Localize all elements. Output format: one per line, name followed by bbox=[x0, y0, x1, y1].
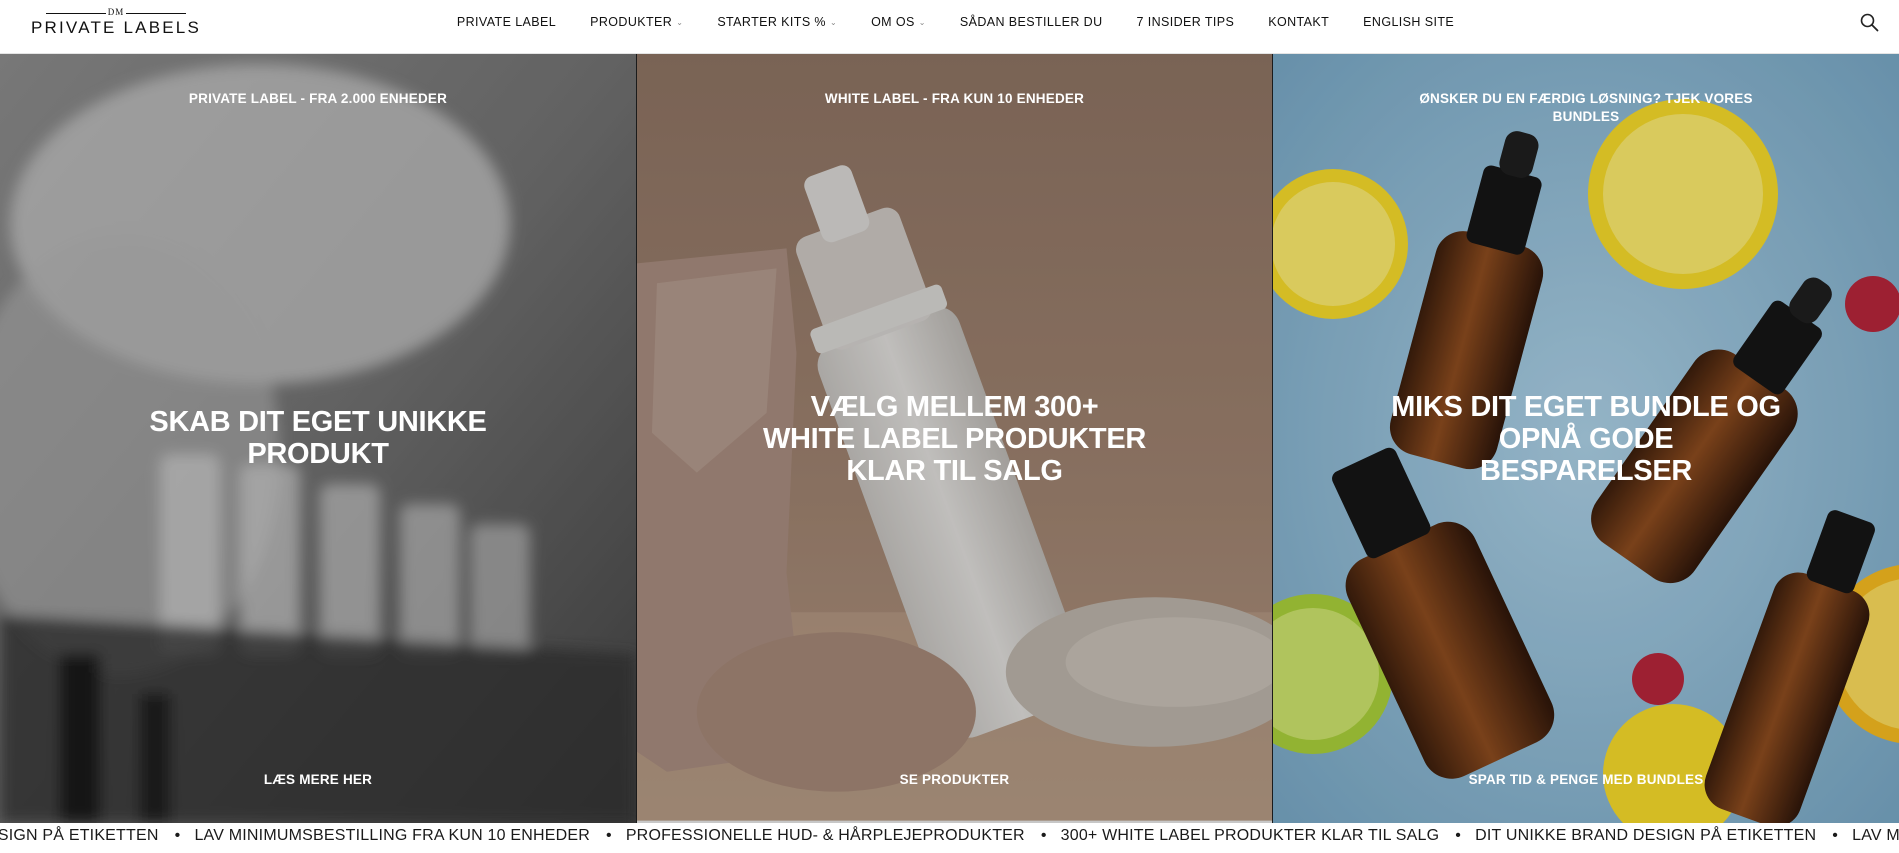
nav-starter-kits[interactable]: STARTER KITS % ⌄ bbox=[700, 15, 854, 29]
marquee-separator: • bbox=[1455, 827, 1462, 844]
panel-kicker: WHITE LABEL - FRA KUN 10 ENHEDER bbox=[824, 91, 1085, 106]
marquee-item: 300+ WHITE LABEL PRODUKTER KLAR TIL SALG bbox=[1060, 827, 1440, 844]
hero-panels: PRIVATE LABEL - FRA 2.000 ENHEDER SKAB D… bbox=[0, 54, 1899, 823]
panel-kicker: PRIVATE LABEL - FRA 2.000 ENHEDER bbox=[188, 91, 448, 106]
cta-se-produkter[interactable]: SE PRODUKTER bbox=[637, 772, 1272, 787]
panel-headline: VÆLG MELLEM 300+ WHITE LABEL PRODUKTER K… bbox=[697, 391, 1212, 487]
panel-headline: SKAB DIT EGET UNIKKE PRODUKT bbox=[60, 406, 576, 470]
panel-private-label[interactable]: PRIVATE LABEL - FRA 2.000 ENHEDER SKAB D… bbox=[0, 54, 636, 823]
nav-label: 7 INSIDER TIPS bbox=[1136, 15, 1235, 29]
nav-7-insider-tips[interactable]: 7 INSIDER TIPS bbox=[1120, 15, 1252, 29]
chevron-down-icon: ⌄ bbox=[829, 18, 838, 27]
marquee-separator: • bbox=[1832, 827, 1839, 844]
main-navigation: PRIVATE LABEL PRODUKTER ⌄ STARTER KITS %… bbox=[0, 0, 1899, 44]
chevron-down-icon: ⌄ bbox=[918, 18, 926, 27]
panel-white-label[interactable]: WHITE LABEL - FRA KUN 10 ENHEDER VÆLG ME… bbox=[636, 54, 1273, 823]
cta-laes-mere-her[interactable]: LÆS MERE HER bbox=[0, 772, 636, 787]
nav-label: STARTER KITS % bbox=[717, 15, 826, 29]
marquee-separator: • bbox=[606, 827, 612, 844]
nav-label: OM OS bbox=[871, 15, 915, 29]
site-header: DM PRIVATE LABELS PRIVATE LABEL PRODUKTE… bbox=[0, 0, 1899, 54]
marquee-item: LAV MINIMUMSBESTILLING FRA K bbox=[1852, 827, 1899, 844]
marquee-item: PROFESSIONELLE HUD- & HÅRPLEJEPRODUKTER bbox=[625, 827, 1025, 844]
marquee-item: ESIGN PÅ ETIKETTEN bbox=[0, 827, 159, 844]
headline-line: WHITE LABEL PRODUKTER bbox=[762, 423, 1147, 455]
marquee-item: LAV MINIMUMSBESTILLING FRA KUN 10 ENHEDE… bbox=[194, 827, 590, 844]
nav-label: ENGLISH SITE bbox=[1363, 15, 1455, 29]
nav-om-os[interactable]: OM OS ⌄ bbox=[854, 15, 943, 29]
headline-line: SKAB DIT EGET UNIKKE bbox=[149, 406, 487, 438]
search-icon[interactable] bbox=[1859, 12, 1879, 32]
nav-produkter[interactable]: PRODUKTER ⌄ bbox=[573, 15, 700, 29]
nav-english-site[interactable]: ENGLISH SITE bbox=[1346, 15, 1471, 29]
marquee-track: ESIGN PÅ ETIKETTEN • LAV MINIMUMSBESTILLIN… bbox=[0, 827, 1899, 845]
panel-bundles[interactable]: ØNSKER DU EN FÆRDIG LØSNING? TJEK VORES … bbox=[1273, 54, 1899, 823]
panel-headline: MIKS DIT EGET BUNDLE OG OPNÅ GODE BESPAR… bbox=[1313, 391, 1859, 487]
marquee-separator: • bbox=[1040, 827, 1047, 844]
marquee-separator: • bbox=[174, 827, 181, 844]
chevron-down-icon: ⌄ bbox=[676, 18, 684, 27]
nav-private-label[interactable]: PRIVATE LABEL bbox=[440, 15, 573, 29]
marquee-item: DIT UNIKKE BRAND DESIGN PÅ ETIKETTEN bbox=[1475, 827, 1817, 844]
kicker-line: ØNSKER DU EN FÆRDIG LØSNING? TJEK VORES bbox=[1419, 91, 1753, 106]
nav-label: PRIVATE LABEL bbox=[456, 15, 557, 29]
nav-label: SÅDAN BESTILLER DU bbox=[959, 15, 1103, 29]
panel-kicker: ØNSKER DU EN FÆRDIG LØSNING? TJEK VORES … bbox=[1313, 90, 1859, 126]
nav-kontakt[interactable]: KONTAKT bbox=[1251, 15, 1346, 29]
headline-line: OPNÅ GODE bbox=[1498, 423, 1674, 455]
cta-spar-tid-penge[interactable]: SPAR TID & PENGE MED BUNDLES bbox=[1273, 772, 1899, 787]
kicker-line: BUNDLES bbox=[1552, 109, 1620, 124]
nav-label: KONTAKT bbox=[1268, 15, 1330, 29]
nav-label: PRODUKTER bbox=[590, 15, 673, 29]
headline-line: VÆLG MELLEM 300+ bbox=[810, 391, 1099, 423]
headline-line: MIKS DIT EGET BUNDLE OG bbox=[1391, 391, 1781, 423]
usp-marquee: ESIGN PÅ ETIKETTEN • LAV MINIMUMSBESTILLIN… bbox=[0, 823, 1899, 853]
headline-line: PRODUKT bbox=[247, 438, 389, 470]
headline-line: BESPARELSER bbox=[1479, 455, 1693, 487]
headline-line: KLAR TIL SALG bbox=[846, 455, 1063, 487]
nav-saadan-bestiller-du[interactable]: SÅDAN BESTILLER DU bbox=[943, 15, 1120, 29]
